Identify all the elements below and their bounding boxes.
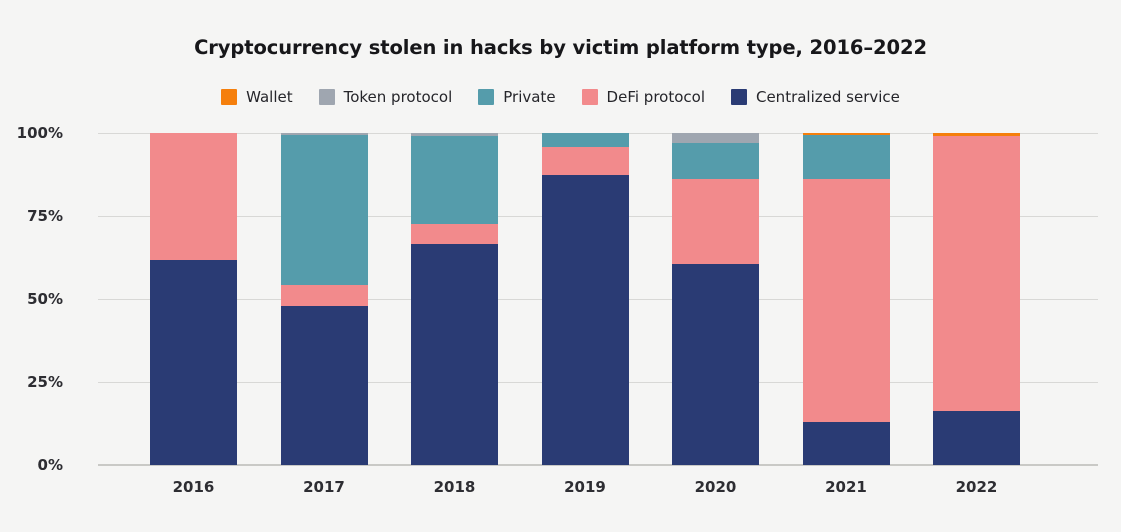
legend-swatch-icon [581, 89, 598, 105]
chart-title: Cryptocurrency stolen in hacks by victim… [194, 36, 927, 59]
bar-segment-token-protocol[interactable] [672, 133, 759, 143]
bar-2020[interactable] [672, 133, 759, 465]
y-axis-tick-label: 50% [27, 290, 63, 308]
chart-legend: Wallet Token protocol Private DeFi protocol… [0, 88, 1121, 106]
bar-segment-defi-protocol[interactable] [541, 146, 629, 175]
bar-segment-private[interactable] [672, 142, 759, 180]
x-axis-tick-label-2021: 2021 [825, 478, 867, 496]
legend-swatch-icon [221, 89, 238, 105]
x-axis-tick-label-2020: 2020 [694, 478, 737, 496]
legend-swatch-icon [730, 89, 747, 105]
bar-segment-defi-protocol[interactable] [280, 285, 368, 306]
bar-segment-centralized-service[interactable] [150, 259, 237, 465]
bar-segment-defi-protocol[interactable] [933, 136, 1020, 411]
chart-container: Cryptocurrency stolen in hacks by victim… [0, 0, 1121, 532]
bar-segment-centralized-service[interactable] [672, 264, 759, 465]
legend-item-centralized-service[interactable]: Centralized service [730, 88, 900, 106]
bar-segment-centralized-service[interactable] [280, 305, 368, 465]
bar-segment-private[interactable] [280, 134, 368, 286]
bar-2016[interactable] [150, 133, 237, 465]
legend-item-wallet[interactable]: Wallet [221, 88, 293, 106]
bar-2022[interactable] [933, 133, 1020, 465]
y-axis-tick-label: 25% [27, 373, 63, 391]
bar-segment-defi-protocol[interactable] [411, 224, 498, 245]
x-axis-tick-label-2016: 2016 [172, 478, 215, 496]
legend-item-defi-protocol[interactable]: DeFi protocol [581, 88, 705, 106]
x-axis-tick-label-2019: 2019 [564, 478, 606, 496]
y-axis-tick-label: 0% [37, 456, 63, 474]
bar-2021[interactable] [802, 133, 890, 465]
bar-segment-centralized-service[interactable] [411, 244, 498, 465]
bar-segment-centralized-service[interactable] [933, 410, 1020, 465]
y-axis-tick-label: 75% [27, 207, 63, 225]
x-axis-tick-label-2017: 2017 [303, 478, 345, 496]
legend-item-label: DeFi protocol [606, 88, 705, 106]
bar-segment-defi-protocol[interactable] [802, 179, 890, 422]
bar-segment-defi-protocol[interactable] [672, 179, 759, 265]
x-axis-tick-label-2022: 2022 [955, 478, 998, 496]
y-axis-tick-label: 100% [16, 124, 63, 142]
bar-segment-private[interactable] [411, 136, 498, 225]
legend-swatch-icon [318, 89, 335, 105]
legend-item-label: Wallet [246, 88, 293, 106]
legend-item-private[interactable]: Private [478, 88, 556, 106]
bar-2019[interactable] [541, 133, 629, 465]
legend-item-token-protocol[interactable]: Token protocol [318, 88, 453, 106]
bar-segment-private[interactable] [541, 133, 629, 147]
bar-segment-centralized-service[interactable] [802, 421, 890, 465]
bar-segment-defi-protocol[interactable] [150, 133, 237, 260]
legend-item-label: Token protocol [343, 88, 453, 106]
plot-area: 0% 25% 50% 75% 100% [17, 124, 1098, 474]
bar-2017[interactable] [280, 133, 368, 465]
bar-segment-centralized-service[interactable] [541, 174, 629, 465]
bar-2018[interactable] [411, 133, 498, 465]
x-axis-tick-label-2018: 2018 [433, 478, 476, 496]
legend-swatch-icon [478, 89, 495, 105]
bar-segment-private[interactable] [802, 135, 890, 180]
legend-item-label: Centralized service [755, 88, 900, 106]
legend-item-label: Private [503, 88, 556, 106]
